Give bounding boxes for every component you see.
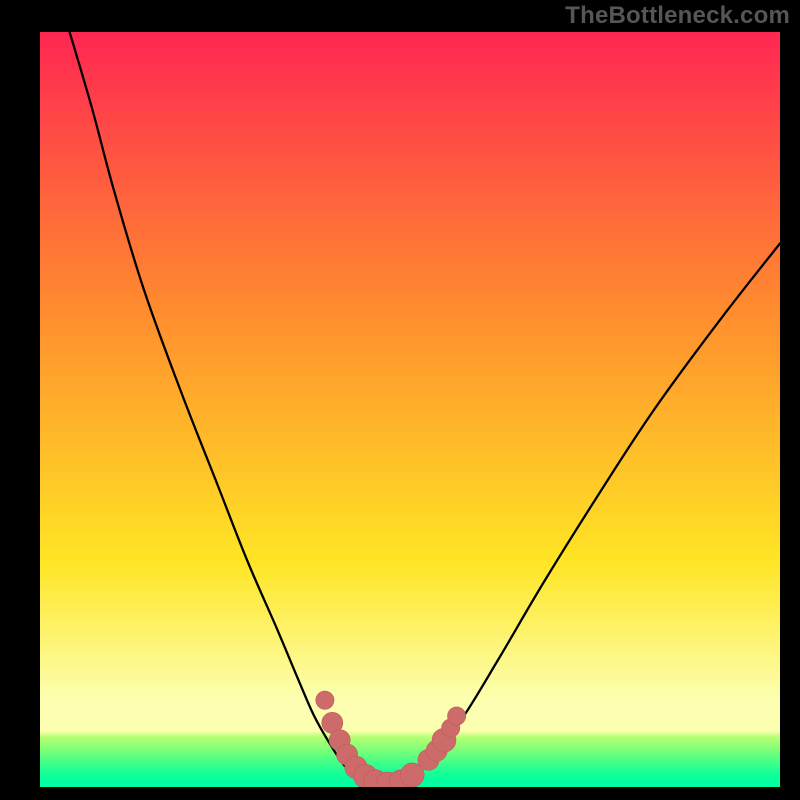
marker-dot [316,691,334,709]
chart-stage: TheBottleneck.com [0,0,800,800]
watermark-text: TheBottleneck.com [565,2,790,30]
marker-dot [447,707,465,725]
gradient-background [40,32,780,787]
plot-svg [0,0,800,800]
